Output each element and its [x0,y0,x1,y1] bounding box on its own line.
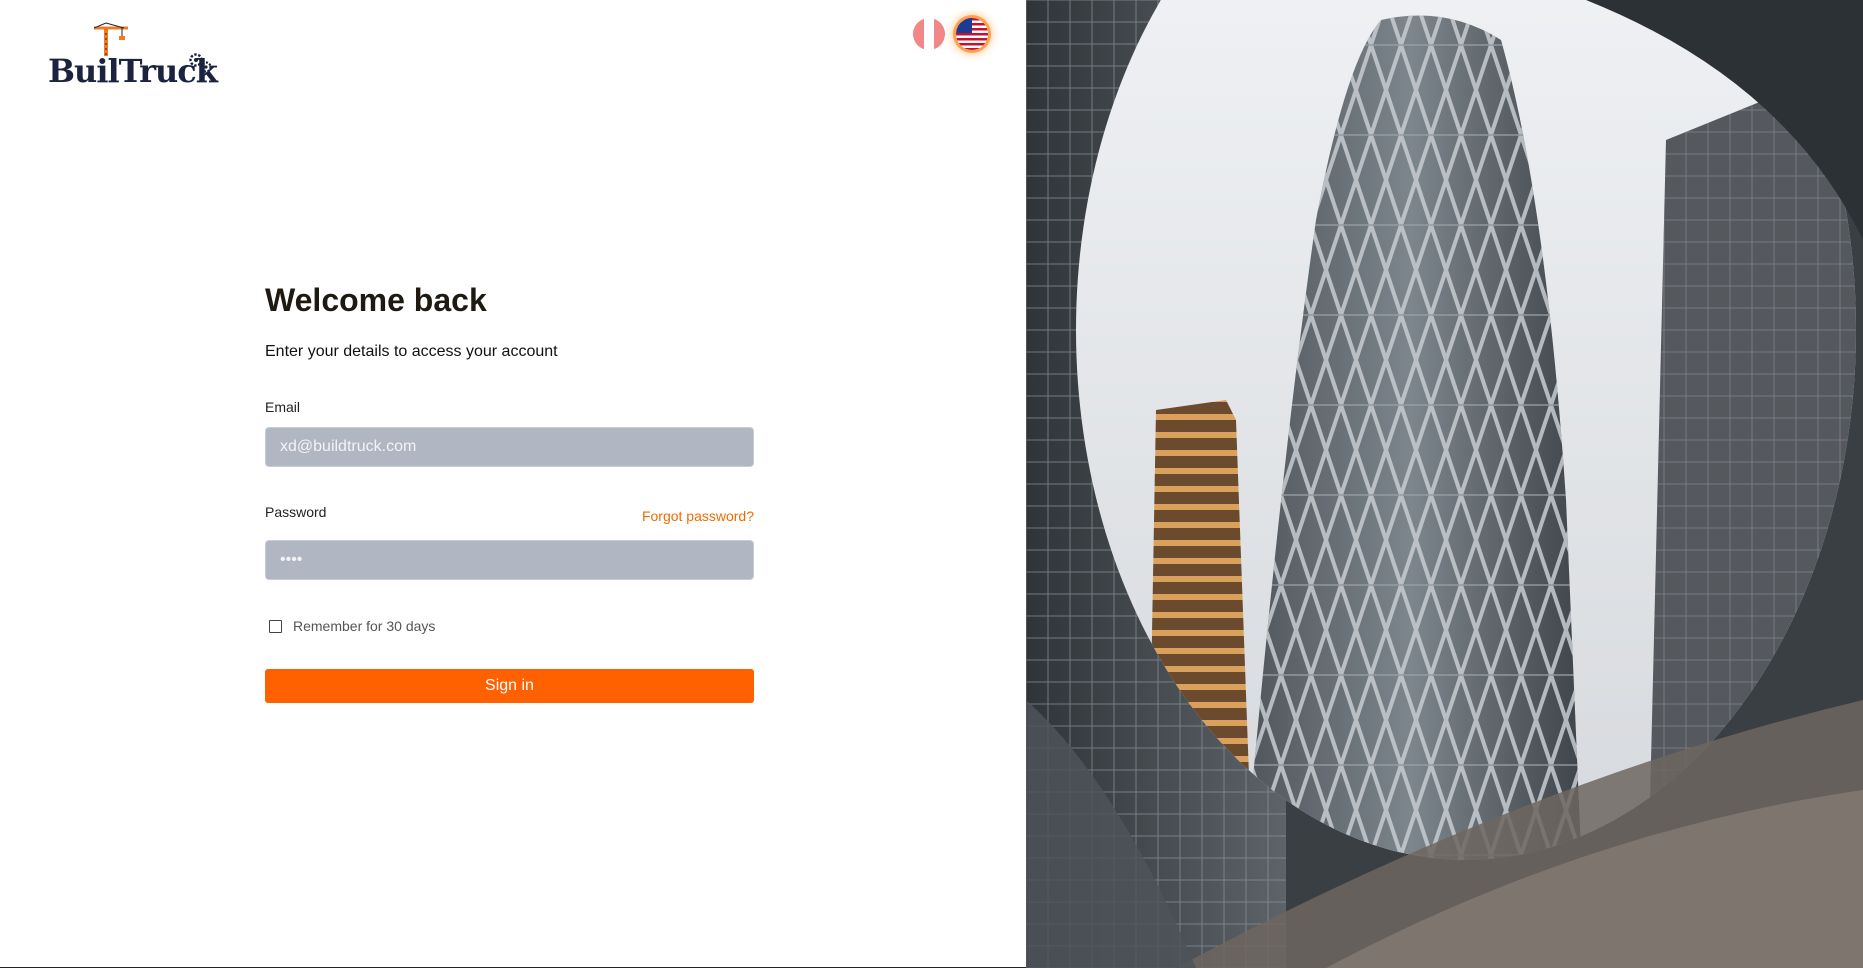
peru-flag-icon [913,18,945,50]
sign-in-button[interactable]: Sign in [265,669,754,703]
skyscraper-photo [1026,0,1863,968]
remember-checkbox[interactable] [269,619,282,633]
login-panel: BuilTruck Welcome back Enter your detail… [0,0,1026,968]
buildtruck-logo[interactable]: BuilTruck [48,22,218,90]
login-form: Welcome back Enter your details to acces… [265,278,754,703]
password-label: Password [265,504,327,520]
remember-label: Remember for 30 days [293,618,436,634]
page-title: Welcome back [265,282,487,318]
email-label: Email [265,399,301,415]
us-flag-icon [956,18,988,50]
crane-icon [94,22,128,56]
gears-icon [189,53,212,73]
email-field[interactable] [265,427,754,467]
forgot-password-link[interactable]: Forgot password? [642,508,754,524]
password-field[interactable] [265,540,754,580]
page-subtitle: Enter your details to access your accoun… [265,343,558,360]
remember-me: Remember for 30 days [269,618,435,634]
hero-image [1026,0,1863,968]
language-option-english[interactable] [956,18,988,50]
login-page: BuilTruck Welcome back Enter your detail… [0,0,1863,968]
language-option-peru[interactable] [913,18,945,50]
